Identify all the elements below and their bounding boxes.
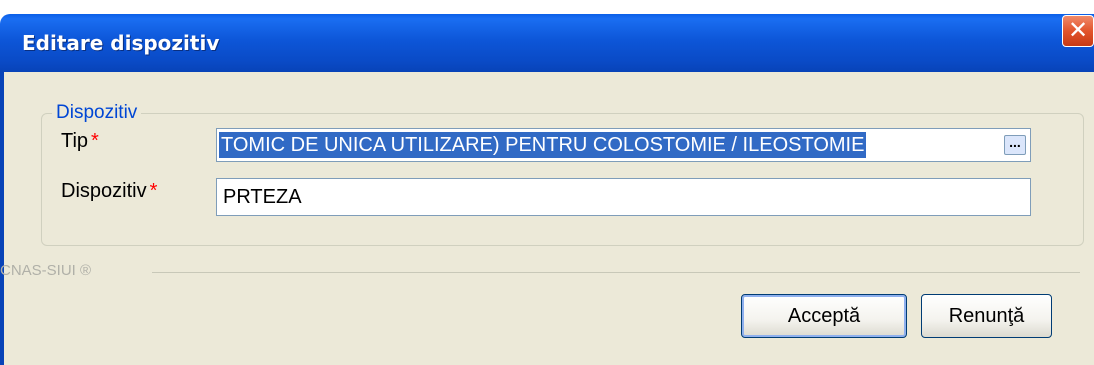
tip-browse-button[interactable]: ... <box>1004 135 1026 155</box>
tip-field[interactable]: TOMIC DE UNICA UTILIZARE) PENTRU COLOSTO… <box>216 128 1031 162</box>
brand-label: CNAS-SIUI ® <box>0 262 92 279</box>
dispozitiv-label-row: Dispozitiv * <box>61 180 157 203</box>
close-icon: ✕ <box>1067 16 1089 44</box>
close-button[interactable]: ✕ <box>1062 15 1094 47</box>
accept-button[interactable]: Acceptă <box>741 294 907 338</box>
dispozitiv-input[interactable]: PRTEZA <box>216 178 1031 216</box>
dialog-title: Editare dispozitiv <box>22 31 220 55</box>
dispozitiv-required-mark: * <box>149 180 158 202</box>
cancel-button[interactable]: Renunţă <box>921 294 1052 338</box>
tip-value[interactable]: TOMIC DE UNICA UTILIZARE) PENTRU COLOSTO… <box>219 132 867 158</box>
title-bar[interactable]: Editare dispozitiv <box>0 14 1094 72</box>
footer-divider <box>152 272 1080 273</box>
tip-required-mark: * <box>91 130 99 152</box>
tip-label-row: Tip * <box>61 130 99 153</box>
groupbox-legend: Dispozitiv <box>56 102 138 123</box>
ellipsis-icon: ... <box>1009 134 1021 150</box>
dispozitiv-label: Dispozitiv <box>61 180 147 202</box>
tip-label: Tip <box>61 130 89 152</box>
dialog-window: Editare dispozitiv ✕ Dispozitiv Tip * TOM… <box>0 0 1094 365</box>
dispozitiv-groupbox: Dispozitiv <box>41 102 1084 246</box>
